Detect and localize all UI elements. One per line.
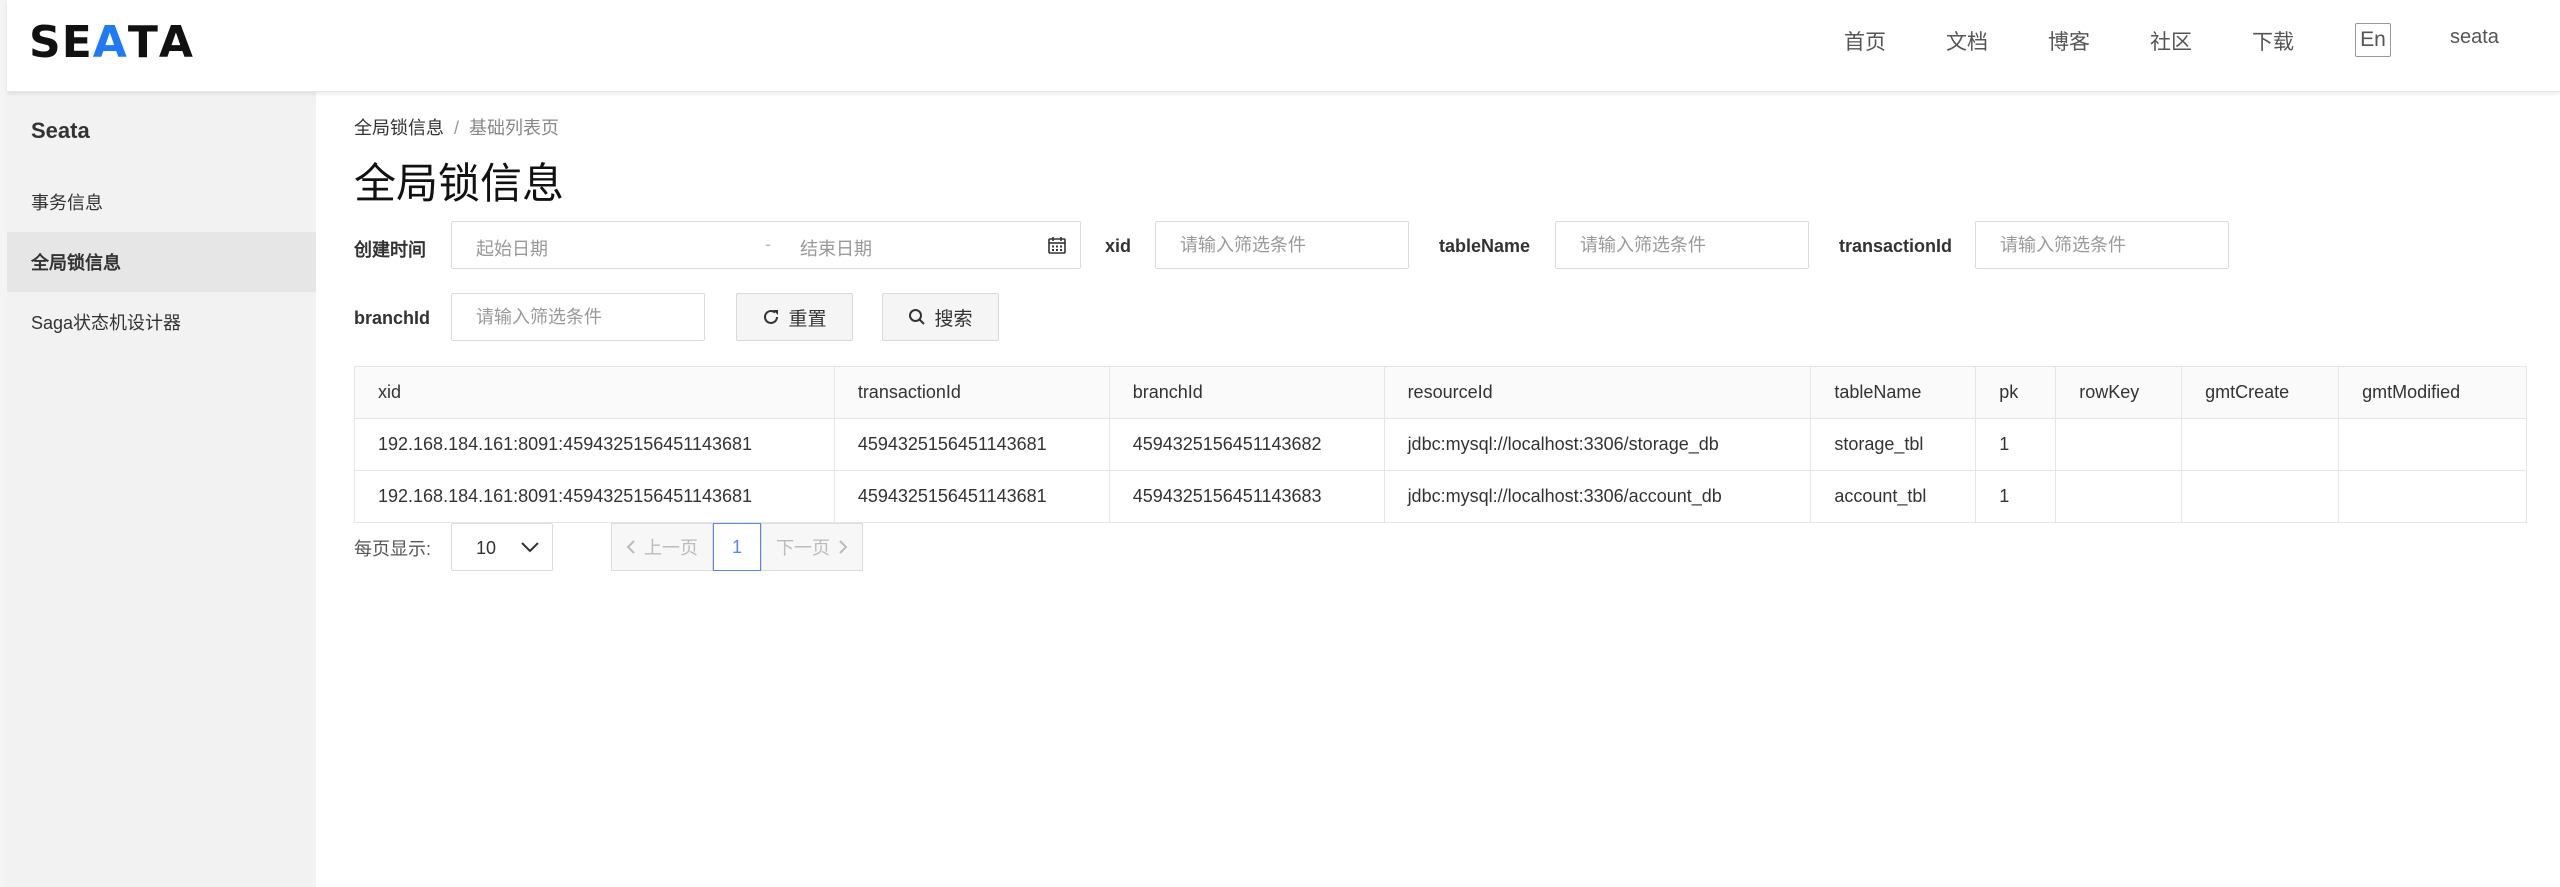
- page-size-value: 10: [476, 538, 497, 558]
- reset-button[interactable]: 重置: [736, 293, 853, 341]
- column-header-table-name: tableName: [1810, 366, 1977, 419]
- column-header-transaction-id: transactionId: [833, 366, 1110, 419]
- search-label: 搜索: [934, 308, 973, 330]
- sidebar: Seata 事务信息 全局锁信息 Saga状态机设计器: [7, 92, 316, 887]
- chevron-down-icon: [521, 542, 539, 553]
- nav-user[interactable]: seata: [2450, 26, 2499, 49]
- cell-pk: 1: [1975, 418, 2057, 471]
- logo-accent: A: [92, 16, 128, 68]
- search-icon: [909, 309, 926, 325]
- cell-gmt-modified: [2338, 470, 2527, 523]
- nav-docs[interactable]: 文档: [1946, 26, 1988, 56]
- breadcrumb-parent[interactable]: 全局锁信息: [354, 118, 444, 138]
- breadcrumb-separator: /: [454, 118, 460, 138]
- app-frame: SE A T A 首页 文档 博客 社区 下载 En seata Seata 事务信息…: [7, 0, 2560, 887]
- transaction-id-label: transactionId: [1839, 236, 1953, 256]
- sidebar-item-global-locks[interactable]: 全局锁信息: [7, 232, 316, 292]
- cell-branch-id: 4594325156451143682: [1108, 418, 1385, 471]
- cell-transaction-id: 4594325156451143681: [833, 470, 1110, 523]
- column-header-branch-id: branchId: [1108, 366, 1385, 419]
- date-range-picker[interactable]: 起始日期 - 结束日期: [451, 221, 1081, 269]
- cell-pk: 1: [1975, 470, 2057, 523]
- logo-text: A: [158, 16, 194, 68]
- language-switch[interactable]: En: [2355, 23, 2391, 57]
- page-size-select[interactable]: 10: [451, 523, 553, 571]
- column-header-row-key: rowKey: [2055, 366, 2183, 419]
- table-row: 192.168.184.161:8091:4594325156451143681…: [354, 470, 2527, 523]
- cell-gmt-create: [2181, 418, 2340, 471]
- column-header-pk: pk: [1975, 366, 2057, 419]
- search-button[interactable]: 搜索: [882, 293, 999, 341]
- cell-resource-id: jdbc:mysql://localhost:3306/storage_db: [1383, 418, 1812, 471]
- seata-logo[interactable]: SE A T A: [29, 17, 194, 68]
- next-page-label: 下一页: [776, 538, 830, 558]
- create-time-label: 创建时间: [354, 240, 426, 260]
- table-header-row: xid transactionId branchId resourceId ta…: [354, 366, 2527, 419]
- page-number-current[interactable]: 1: [713, 523, 761, 571]
- next-page-button[interactable]: 下一页: [761, 523, 863, 571]
- nav-download[interactable]: 下载: [2252, 26, 2294, 56]
- cell-table-name: account_tbl: [1810, 470, 1977, 523]
- cell-row-key: [2055, 470, 2183, 523]
- sidebar-item-label: 事务信息: [31, 193, 103, 213]
- xid-label: xid: [1105, 236, 1132, 256]
- cell-transaction-id: 4594325156451143681: [833, 418, 1110, 471]
- date-range-dash: -: [765, 234, 771, 254]
- nav-home[interactable]: 首页: [1844, 26, 1886, 56]
- sidebar-title: Seata: [31, 118, 90, 143]
- branch-id-input[interactable]: [451, 293, 705, 341]
- logo-text: SE: [29, 16, 93, 68]
- nav-blog[interactable]: 博客: [2048, 26, 2090, 56]
- nav-community[interactable]: 社区: [2150, 26, 2192, 56]
- end-date-placeholder[interactable]: 结束日期: [800, 235, 872, 261]
- page-title: 全局锁信息: [354, 160, 565, 207]
- sidebar-item-label: 全局锁信息: [31, 253, 121, 273]
- column-header-gmt-modified: gmtModified: [2338, 366, 2527, 419]
- top-header: SE A T A 首页 文档 博客 社区 下载 En seata: [7, 0, 2560, 92]
- branch-id-label: branchId: [354, 308, 431, 328]
- chevron-left-icon: [626, 540, 635, 554]
- cell-resource-id: jdbc:mysql://localhost:3306/account_db: [1383, 470, 1812, 523]
- global-lock-table: xid transactionId branchId resourceId ta…: [354, 366, 2527, 523]
- table-name-input[interactable]: [1555, 221, 1809, 269]
- cell-xid: 192.168.184.161:8091:4594325156451143681: [354, 418, 835, 471]
- sidebar-item-saga-designer[interactable]: Saga状态机设计器: [7, 292, 316, 352]
- table-name-label: tableName: [1439, 236, 1531, 256]
- chevron-right-icon: [839, 540, 848, 554]
- column-header-xid: xid: [354, 366, 835, 419]
- cell-xid: 192.168.184.161:8091:4594325156451143681: [354, 470, 835, 523]
- window-edge: [0, 0, 7, 887]
- calendar-icon[interactable]: [1048, 237, 1066, 254]
- column-header-resource-id: resourceId: [1383, 366, 1812, 419]
- language-label: En: [2360, 28, 2386, 51]
- start-date-placeholder[interactable]: 起始日期: [476, 235, 548, 261]
- cell-row-key: [2055, 418, 2183, 471]
- table-row: 192.168.184.161:8091:4594325156451143681…: [354, 418, 2527, 471]
- sidebar-item-transactions[interactable]: 事务信息: [7, 172, 316, 232]
- cell-gmt-modified: [2338, 418, 2527, 471]
- page-size-label: 每页显示:: [354, 539, 432, 559]
- page-number-label: 1: [731, 536, 742, 557]
- logo-text: T: [127, 16, 159, 68]
- sidebar-item-label: Saga状态机设计器: [31, 313, 182, 333]
- xid-input[interactable]: [1155, 221, 1409, 269]
- refresh-icon: [764, 309, 779, 324]
- prev-page-button[interactable]: 上一页: [611, 523, 713, 571]
- cell-table-name: storage_tbl: [1810, 418, 1977, 471]
- breadcrumb: 全局锁信息 / 基础列表页: [354, 114, 559, 140]
- prev-page-label: 上一页: [644, 538, 698, 558]
- reset-label: 重置: [788, 308, 827, 330]
- cell-gmt-create: [2181, 470, 2340, 523]
- transaction-id-input[interactable]: [1975, 221, 2229, 269]
- breadcrumb-current: 基础列表页: [469, 118, 560, 138]
- cell-branch-id: 4594325156451143683: [1108, 470, 1385, 523]
- pagination: 上一页 1 下一页: [611, 523, 863, 571]
- column-header-gmt-create: gmtCreate: [2181, 366, 2340, 419]
